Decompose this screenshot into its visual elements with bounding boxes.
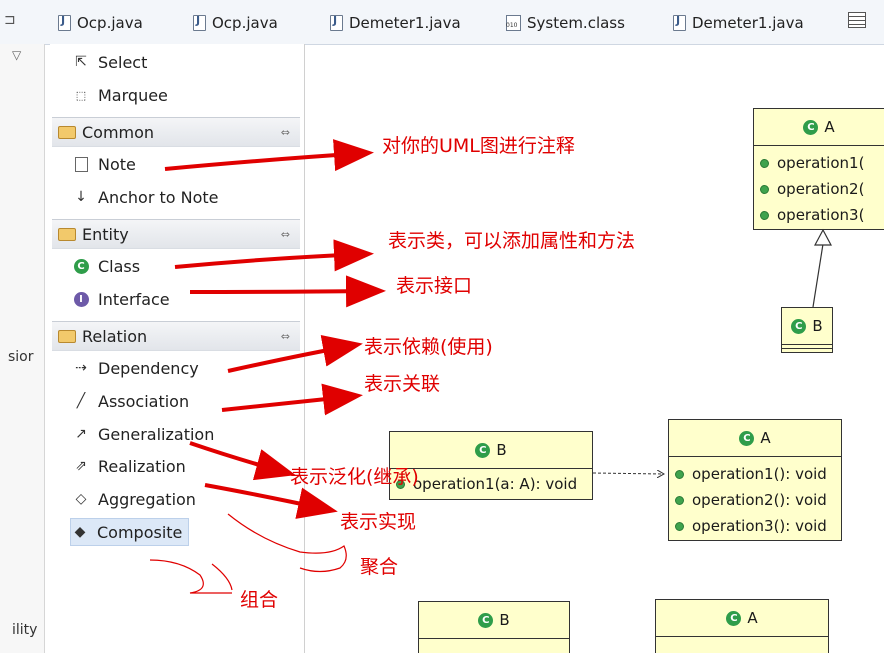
note-arrow <box>164 139 374 172</box>
note-annotation: 对你的UML图进行注释 <box>382 135 575 157</box>
association-annotation: 表示关联 <box>364 373 441 395</box>
aggregation-brace <box>227 513 347 573</box>
interface-annotation: 表示接口 <box>396 275 473 297</box>
generalization-triangle <box>814 228 832 246</box>
association-arrow <box>221 383 363 416</box>
class-annotation: 表示类，可以添加属性和方法 <box>388 230 636 252</box>
composite-brace-2 <box>211 563 233 591</box>
composite-brace <box>149 559 232 594</box>
aggregation-annotation: 聚合 <box>360 556 399 578</box>
dependency-connector <box>592 473 664 474</box>
realization-annotation: 表示实现 <box>340 511 417 533</box>
composite-annotation: 组合 <box>240 589 279 611</box>
generalization-arrow <box>189 441 296 481</box>
generalization-annotation: 表示泛化(继承) <box>290 466 419 488</box>
class-arrow <box>174 239 374 272</box>
dependency-arrow <box>227 334 363 373</box>
dependency-annotation: 表示依赖(使用) <box>364 336 493 358</box>
interface-arrow <box>189 275 386 308</box>
generalization-connector <box>812 243 824 308</box>
annotation-overlay <box>149 139 832 594</box>
